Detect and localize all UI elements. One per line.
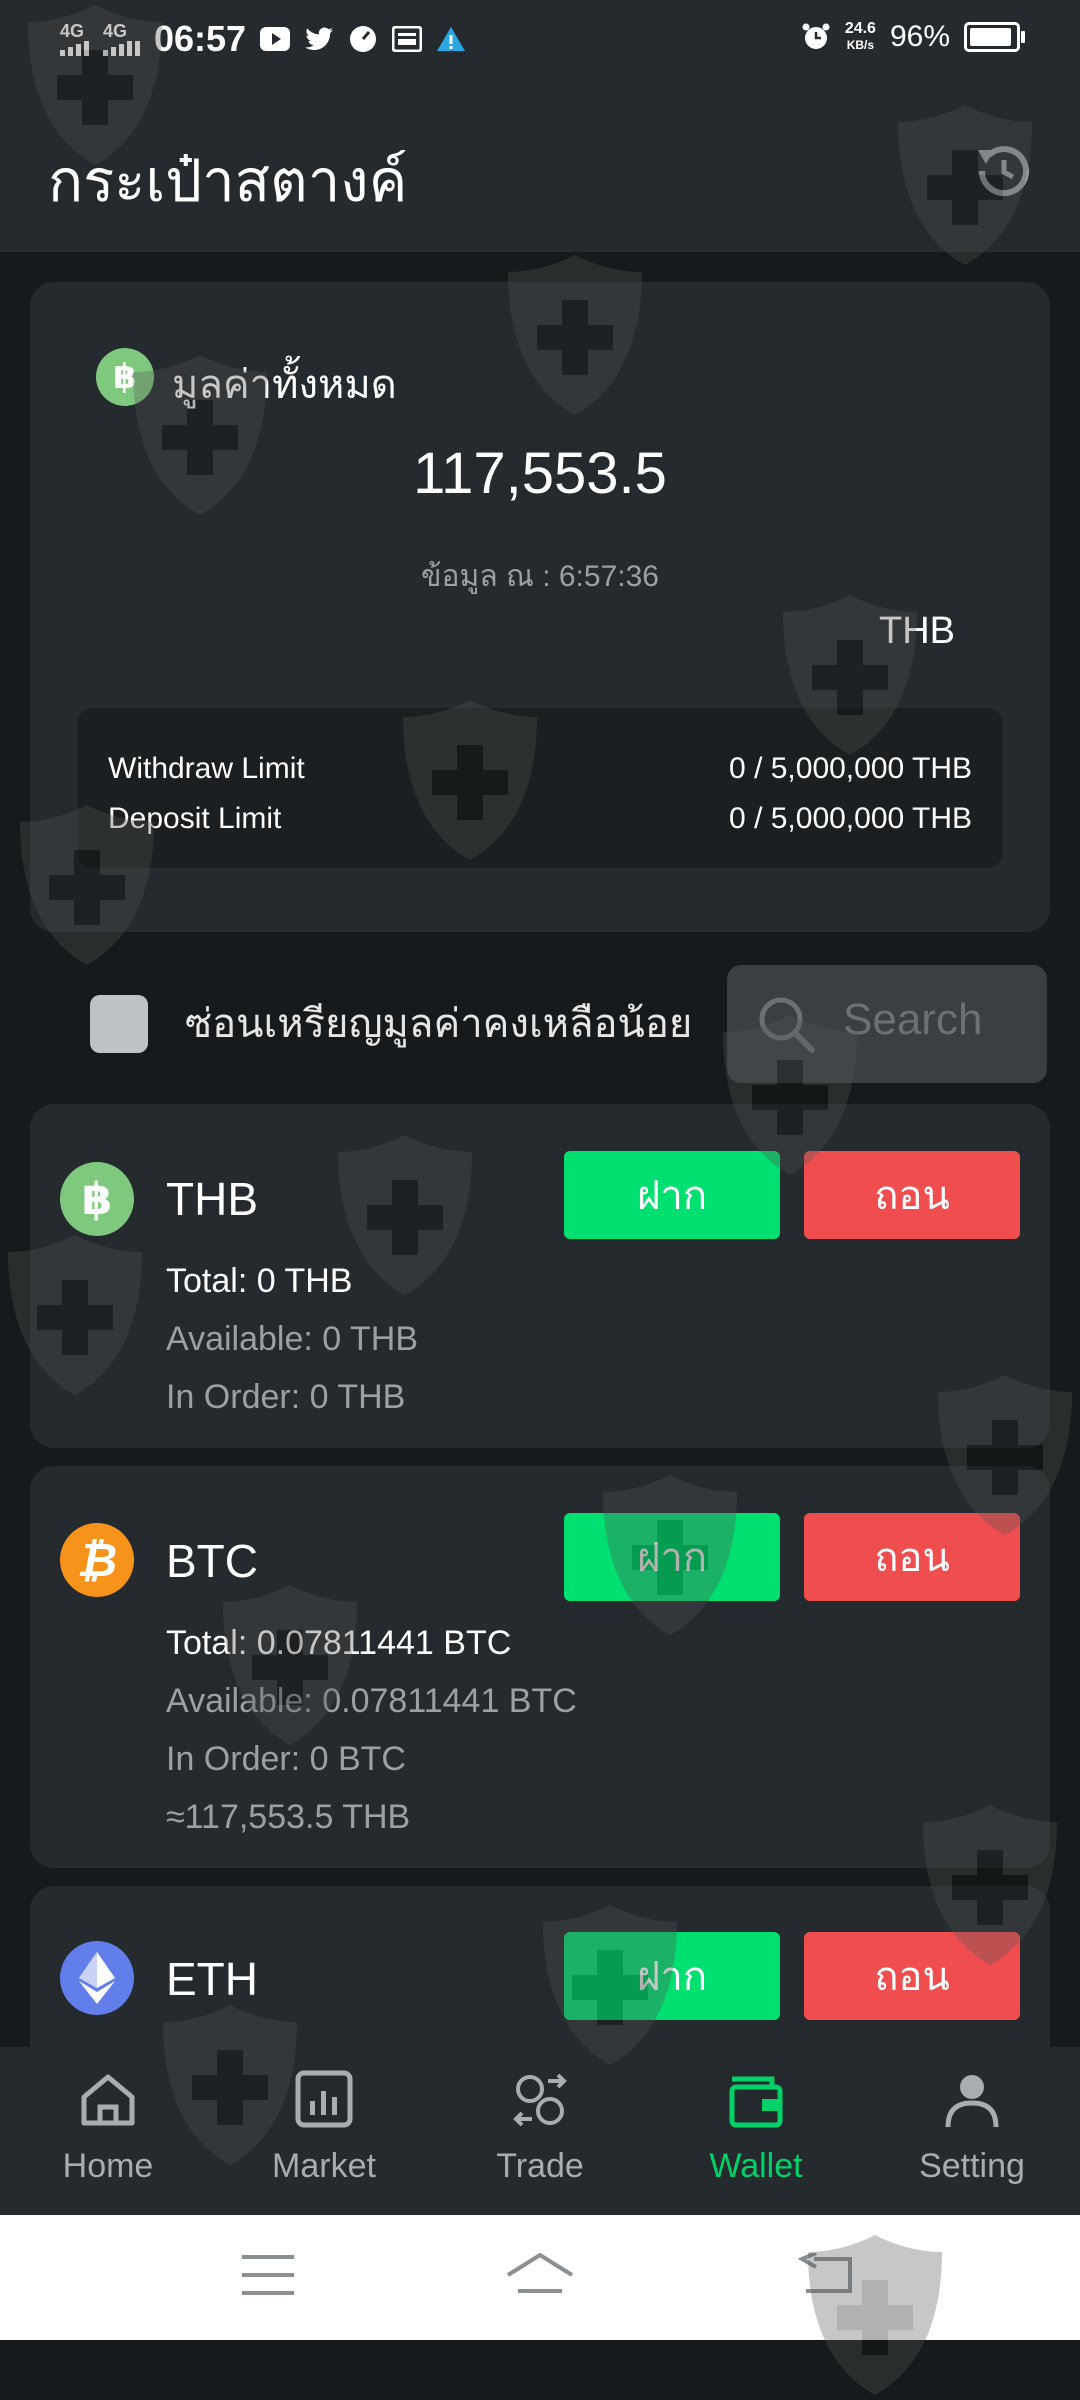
signal-2: 4G: [103, 22, 140, 56]
search-icon: [759, 997, 815, 1053]
asset-card-eth: ETH ฝาก ถอน: [30, 1886, 1050, 2047]
status-right: 24.6 KB/s 96%: [801, 20, 1025, 54]
status-bar: 4G 4G 06:57 24.6 KB/s 96%: [0, 0, 1080, 84]
nav-trade[interactable]: Trade: [432, 2047, 648, 2215]
asset-symbol: ETH: [166, 1953, 258, 2005]
net-speed-value: 24.6: [844, 20, 876, 37]
trade-exchange-icon: [513, 2073, 567, 2127]
deposit-limit-value: 0 / 5,000,000 THB: [729, 802, 972, 835]
hide-small-balance-checkbox[interactable]: [90, 995, 148, 1053]
search-input[interactable]: Search: [727, 965, 1047, 1083]
asset-card-thb: ฿ THB ฝาก ถอน Total: 0 THB Available: 0 …: [30, 1104, 1050, 1448]
bottom-nav: Home Market Trade Wallet Setting: [0, 2047, 1080, 2215]
total-value-label: มูลค่าทั้งหมด: [172, 363, 397, 407]
history-icon: [978, 146, 1029, 197]
asset-total: Total: 0 THB: [166, 1262, 353, 1300]
back-icon[interactable]: [796, 2253, 856, 2297]
mail-icon: [392, 24, 423, 54]
nav-trade-label: Trade: [496, 2147, 584, 2185]
nav-home[interactable]: Home: [0, 2047, 216, 2215]
asset-symbol: BTC: [166, 1535, 258, 1587]
limits-panel: Withdraw Limit 0 / 5,000,000 THB Deposit…: [78, 708, 1002, 868]
asset-approx-value: ≈117,553.5 THB: [166, 1798, 411, 1836]
asset-card-btc: ₿ BTC ฝาก ถอน Total: 0.07811441 BTC Avai…: [30, 1466, 1050, 1868]
home-system-icon[interactable]: [504, 2251, 576, 2301]
deposit-button[interactable]: ฝาก: [564, 1932, 780, 2020]
withdraw-limit-label: Withdraw Limit: [108, 752, 305, 785]
network-type-2: 4G: [103, 21, 128, 41]
nav-wallet-label: Wallet: [709, 2147, 803, 2185]
battery-percent: 96%: [889, 20, 950, 53]
battery-icon: [964, 22, 1025, 52]
market-chart-icon: [295, 2070, 353, 2128]
page-title: กระเป๋าสตางค์: [48, 149, 408, 214]
withdraw-button[interactable]: ถอน: [804, 1513, 1020, 1601]
warning-icon: [436, 24, 466, 54]
nav-market[interactable]: Market: [216, 2047, 432, 2215]
home-icon: [81, 2074, 135, 2126]
signal-bars-icon: [60, 40, 89, 56]
speedometer-icon: [348, 24, 378, 54]
asset-symbol: THB: [166, 1173, 258, 1225]
signal-1: 4G: [60, 22, 89, 56]
asset-in-order: In Order: 0 BTC: [166, 1740, 406, 1778]
hide-small-balance-label: ซ่อนเหรียญมูลค่าคงเหลือน้อย: [185, 1002, 693, 1046]
currency-unit: THB: [879, 610, 955, 652]
signal-bars-icon: [103, 40, 140, 56]
clock: 06:57: [154, 18, 247, 59]
user-icon: [945, 2075, 999, 2128]
eth-coin-icon: [60, 1941, 134, 2015]
nav-home-label: Home: [62, 2147, 154, 2185]
network-type-1: 4G: [60, 21, 85, 41]
youtube-icon: [260, 24, 291, 54]
net-speed-unit: KB/s: [846, 38, 875, 52]
btc-coin-icon: ₿: [60, 1523, 134, 1597]
thb-coin-icon: ฿: [60, 1162, 134, 1236]
asset-available: Available: 0.07811441 BTC: [166, 1682, 577, 1720]
withdraw-button[interactable]: ถอน: [804, 1932, 1020, 2020]
nav-setting-label: Setting: [919, 2147, 1025, 2185]
wallet-icon: [729, 2076, 783, 2128]
asset-total: Total: 0.07811441 BTC: [166, 1624, 512, 1662]
deposit-limit-label: Deposit Limit: [108, 802, 282, 835]
deposit-button[interactable]: ฝาก: [564, 1151, 780, 1239]
withdraw-limit-value: 0 / 5,000,000 THB: [729, 752, 972, 785]
menu-icon[interactable]: [240, 2253, 296, 2297]
thb-coin-icon: ฿: [96, 348, 154, 406]
twitter-icon: [304, 24, 334, 54]
deposit-button[interactable]: ฝาก: [564, 1513, 780, 1601]
withdraw-limit-row: Withdraw Limit 0 / 5,000,000 THB: [108, 752, 972, 786]
app-header: กระเป๋าสตางค์: [0, 84, 1080, 252]
nav-market-label: Market: [272, 2147, 376, 2185]
net-speed: 24.6 KB/s: [845, 21, 876, 53]
data-timestamp: ข้อมูล ณ : 6:57:36: [421, 560, 659, 593]
history-button[interactable]: [968, 136, 1038, 206]
status-left: 4G 4G 06:57: [60, 18, 466, 60]
alarm-icon: [801, 22, 831, 52]
asset-available: Available: 0 THB: [166, 1320, 418, 1358]
search-placeholder: Search: [843, 995, 983, 1044]
withdraw-button[interactable]: ถอน: [804, 1151, 1020, 1239]
asset-in-order: In Order: 0 THB: [166, 1378, 406, 1416]
deposit-limit-row: Deposit Limit 0 / 5,000,000 THB: [108, 802, 972, 836]
total-value: 117,553.5: [413, 441, 667, 506]
nav-wallet[interactable]: Wallet: [648, 2047, 864, 2215]
nav-setting[interactable]: Setting: [864, 2047, 1080, 2215]
system-nav-bar: [0, 2215, 1080, 2340]
